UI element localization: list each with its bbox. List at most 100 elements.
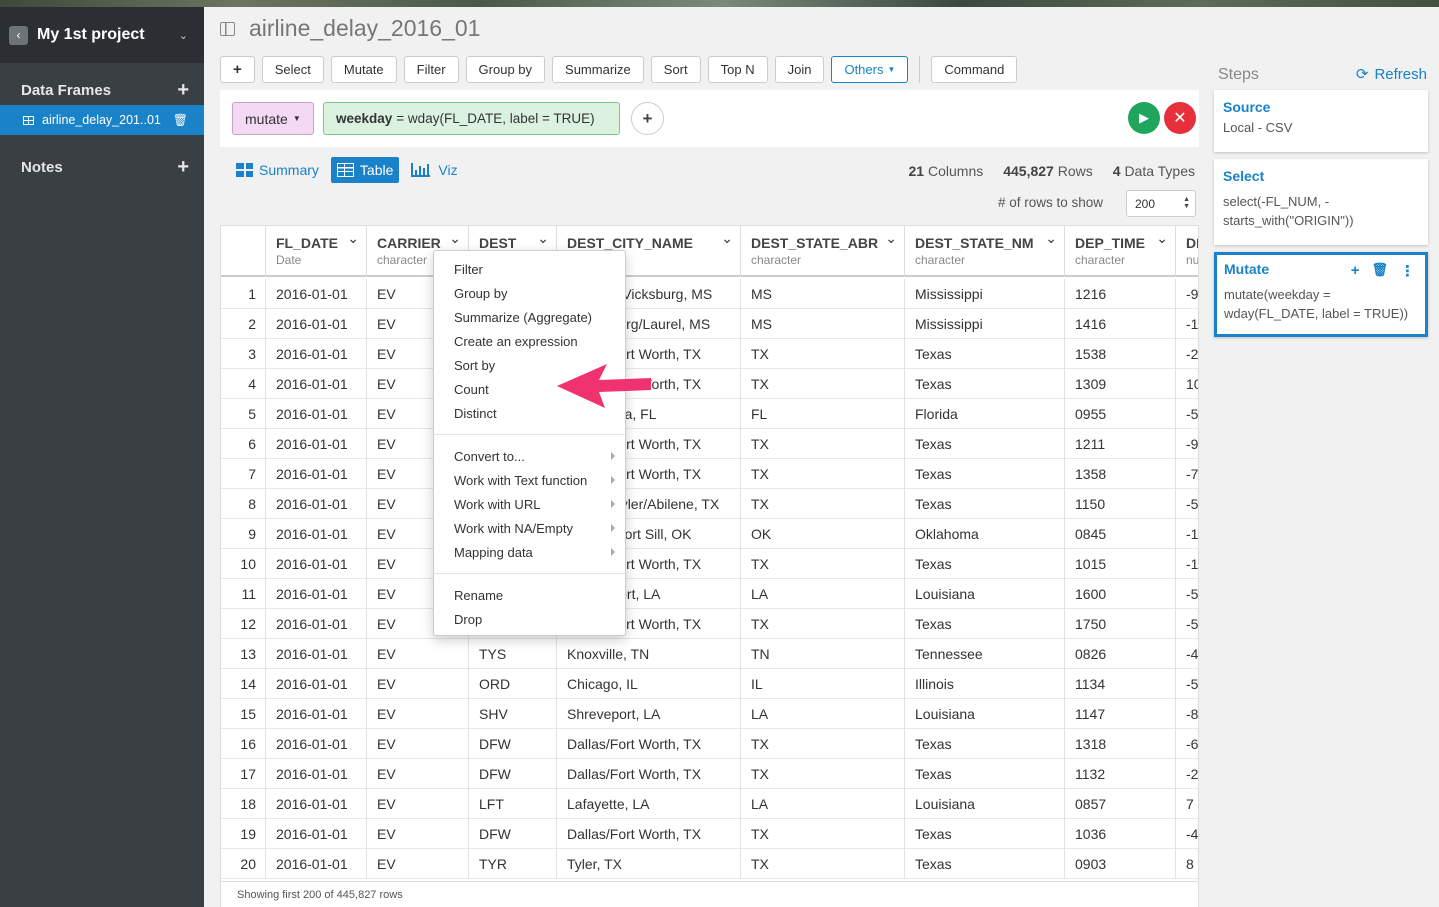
menu-item-label: Mapping data [454, 544, 533, 560]
run-button[interactable]: ▶ [1128, 102, 1160, 134]
tab-viz[interactable]: Viz [405, 157, 463, 183]
table-cell: 2016-01-01 [266, 369, 367, 399]
sidebar: ‹ My 1st project ⌄ Data Frames + airline… [0, 7, 204, 907]
menu-item[interactable]: Group by [434, 281, 625, 305]
menu-item[interactable]: Drop [434, 607, 625, 631]
row-index: 19 [221, 819, 266, 849]
table-row[interactable]: 92016-01-01EVLAWLawton/Fort Sill, OKOKOk… [221, 519, 1198, 549]
table-row[interactable]: 42016-01-01EVDFWDallas/Fort Worth, TXTXT… [221, 369, 1198, 399]
step-select[interactable]: Select select(-FL_NUM, -starts_with("ORI… [1214, 159, 1428, 245]
menu-item[interactable]: Convert to... [434, 444, 625, 468]
join-button[interactable]: Join [774, 56, 825, 83]
table-cell: 2016-01-01 [266, 669, 367, 699]
table-row[interactable]: 19 2016-01-01 EV DFW Dallas/Fort Worth, TX TX… [221, 819, 1198, 849]
annotation-arrow [557, 364, 651, 408]
chevron-down-icon[interactable]: ⌄ [347, 230, 359, 247]
table-row[interactable]: 72016-01-01EVDFWDallas/Fort Worth, TXTXT… [221, 459, 1198, 489]
table-row[interactable]: 22016-01-01EVPIBHattiesburg/Laurel, MSMS… [221, 309, 1198, 339]
others-dropdown[interactable]: Others ▼ [831, 56, 909, 83]
menu-item[interactable]: Rename [434, 583, 625, 607]
tab-summary[interactable]: Summary [230, 157, 325, 183]
table-cell: Louisiana [905, 789, 1065, 819]
menu-item[interactable]: Work with Text function [434, 468, 625, 492]
column-header[interactable]: DEST_STATE_NM character ⌄ [905, 226, 1065, 277]
add-expression-button[interactable]: + [631, 102, 664, 135]
table-row[interactable]: 32016-01-01EVDFWDallas/Fort Worth, TXTXT… [221, 339, 1198, 369]
column-header[interactable]: DEST_STATE_ABR character ⌄ [741, 226, 905, 277]
sidebar-item-data-frame[interactable]: airline_delay_201..01 🗑 [0, 105, 204, 135]
select-button[interactable]: Select [261, 56, 324, 83]
chevron-down-icon[interactable]: ⌄ [885, 230, 897, 247]
add-icon[interactable]: + [1351, 262, 1360, 280]
row-index: 15 [221, 699, 266, 729]
table-row[interactable]: 52016-01-01EVPNSPensacola, FLFLFlorida09… [221, 399, 1198, 429]
step-title: Source [1223, 99, 1271, 115]
summarize-button[interactable]: Summarize [552, 56, 644, 83]
menu-item[interactable]: Work with NA/Empty [434, 516, 625, 540]
menu-item[interactable]: Create an expression [434, 329, 625, 353]
table-row[interactable]: 122016-01-01EVDFWDallas/Fort Worth, TXTX… [221, 609, 1198, 639]
table-row[interactable]: 20 2016-01-01 EV TYR Tyler, TX TX Texas 0903 8 [221, 849, 1198, 879]
command-verb-select[interactable]: mutate ▼ [232, 102, 314, 135]
menu-item[interactable]: Work with URL [434, 492, 625, 516]
add-step-button[interactable]: + [220, 56, 255, 83]
column-header[interactable]: DEP_TIME character ⌄ [1065, 226, 1176, 277]
table-row[interactable]: 62016-01-01EVDFWDallas/Fort Worth, TXTXT… [221, 429, 1198, 459]
add-note-icon[interactable]: + [177, 156, 189, 179]
menu-item[interactable]: Mapping data [434, 540, 625, 564]
menu-item[interactable]: Filter [434, 257, 625, 281]
refresh-button[interactable]: ⟳ Refresh [1356, 65, 1427, 84]
chevron-down-icon[interactable]: ⌄ [1045, 230, 1057, 247]
group-by-button[interactable]: Group by [465, 56, 546, 83]
table-row[interactable]: 82016-01-01EVTYRKilleen/Tyler/Abilene, T… [221, 489, 1198, 519]
table-row[interactable]: 13 2016-01-01 EV TYS Knoxville, TN TN Tennesse… [221, 639, 1198, 669]
table-cell: -5 [1176, 399, 1198, 429]
rows-to-show-select[interactable]: 200 ▲ ▼ [1126, 190, 1196, 217]
mutate-button[interactable]: Mutate [330, 56, 397, 83]
add-data-frame-icon[interactable]: + [177, 79, 189, 102]
expression-field[interactable]: weekday = wday(FL_DATE, label = TRUE) [323, 102, 620, 135]
table-row[interactable]: 16 2016-01-01 EV DFW Dallas/Fort Worth, TX TX… [221, 729, 1198, 759]
trash-icon[interactable]: 🗑 [173, 113, 188, 127]
title-row: airline_delay_2016_01 [220, 15, 480, 42]
tab-table[interactable]: Table [330, 157, 400, 183]
menu-item[interactable]: Summarize (Aggregate) [434, 305, 625, 329]
expression-column-name: weekday [336, 111, 393, 126]
table-row[interactable]: 15 2016-01-01 EV SHV Shreveport, LA LA Louisia… [221, 699, 1198, 729]
table-row[interactable]: 112016-01-01EVSHVShreveport, LALALouisia… [221, 579, 1198, 609]
more-vertical-icon[interactable]: ⋮ [1400, 262, 1415, 280]
chevron-down-icon[interactable]: ⌄ [721, 230, 733, 247]
table-cell: Texas [905, 489, 1065, 519]
table-cell: 10 [1176, 369, 1198, 399]
back-icon[interactable]: ‹ [9, 25, 28, 45]
table-row[interactable]: 18 2016-01-01 EV LFT Lafayette, LA LA Louisian… [221, 789, 1198, 819]
table-cell: 2016-01-01 [266, 759, 367, 789]
column-header[interactable]: FL_DATE Date ⌄ [266, 226, 367, 277]
chevron-down-icon[interactable]: ⌄ [179, 29, 188, 42]
chevron-down-icon[interactable]: ⌄ [1156, 230, 1168, 247]
table-cell: TX [741, 339, 905, 369]
column-type: character [915, 253, 966, 267]
column-header[interactable]: DE nu [1176, 226, 1198, 277]
command-button[interactable]: Command [931, 56, 1018, 83]
table-cell: -2 [1176, 339, 1198, 369]
view-tabs: Summary Table Viz [230, 157, 470, 183]
table-row[interactable]: 17 2016-01-01 EV DFW Dallas/Fort Worth, TX TX… [221, 759, 1198, 789]
sort-button[interactable]: Sort [650, 56, 701, 83]
trash-icon[interactable]: 🗑 [1371, 262, 1388, 280]
table-row[interactable]: 14 2016-01-01 EV ORD Chicago, IL IL Illinois 11… [221, 669, 1198, 699]
top-n-button[interactable]: Top N [707, 56, 768, 83]
step-mutate[interactable]: Mutate + 🗑 ⋮ mutate(weekday = wday(FL_DA… [1214, 252, 1428, 337]
chevron-down-icon[interactable]: ⌄ [537, 230, 549, 247]
filter-button[interactable]: Filter [403, 56, 459, 83]
project-header[interactable]: ‹ My 1st project ⌄ [0, 7, 204, 63]
menu-item-label: Filter [454, 261, 483, 277]
step-source[interactable]: Source Local - CSV [1214, 90, 1428, 152]
command-editor: mutate ▼ weekday = wday(FL_DATE, label = T… [220, 90, 1199, 147]
table-row[interactable]: 12016-01-01EVJANJackson/Vicksburg, MSMSM… [221, 279, 1198, 309]
table-cell: -1 [1176, 519, 1198, 549]
column-type: character [751, 253, 802, 267]
cancel-button[interactable]: ✕ [1164, 102, 1196, 134]
table-row[interactable]: 102016-01-01EVDFWDallas/Fort Worth, TXTX… [221, 549, 1198, 579]
chevron-down-icon[interactable]: ⌄ [449, 230, 461, 247]
